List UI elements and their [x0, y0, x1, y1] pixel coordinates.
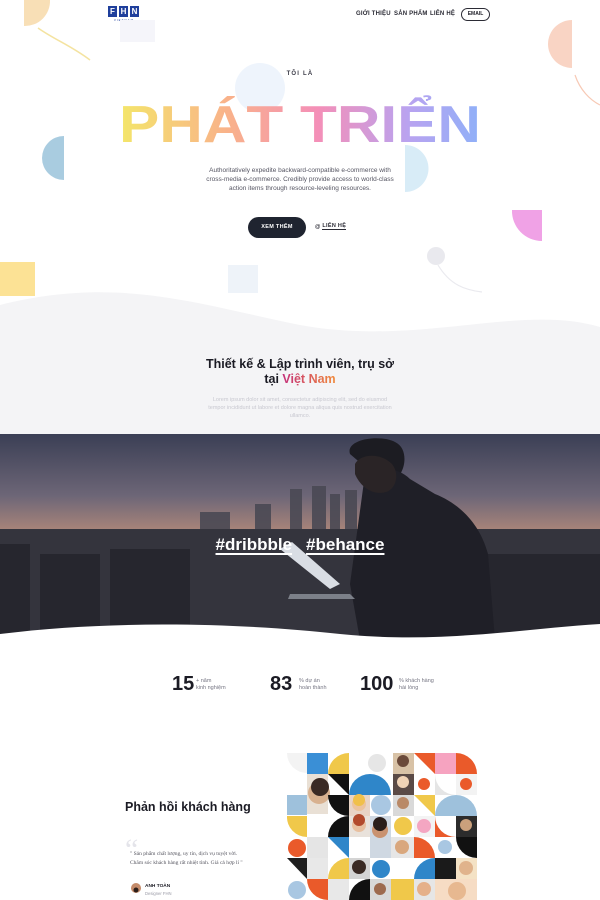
stat-projects-label-line2: hoàn thành — [299, 685, 327, 691]
stat-projects-label: % dự án hoàn thành — [299, 678, 359, 692]
author-role: Designer FHN — [145, 891, 172, 896]
hero-title: PHÁT TRIỂN — [119, 95, 481, 154]
stat-projects-number: 83 — [270, 673, 293, 695]
contact-link-label: LIÊN HỆ — [322, 223, 347, 230]
author-name: ANH TOÀN — [145, 884, 171, 889]
stat-years-label: + năm kinh nghiệm — [196, 678, 256, 692]
view-more-button[interactable]: XEM THÊM — [248, 217, 306, 238]
at-icon: @ — [315, 223, 321, 230]
stat-years-label-line2: kinh nghiệm — [196, 685, 226, 691]
stat-clients-number: 100 — [360, 673, 394, 695]
dribbble-link[interactable]: #dribbble — [216, 535, 293, 554]
stat-clients-label: % khách hàng hài lòng — [399, 678, 459, 692]
avatar-icon — [133, 887, 139, 893]
stat-clients-label-line2: hài lòng — [399, 685, 419, 691]
about-description: Lorem ipsum dolor sit amet, consectetur … — [208, 397, 392, 419]
hero-title-text: PHÁT TRIỂN — [119, 95, 481, 154]
customer-photo-mosaic — [287, 753, 477, 900]
author-avatar — [131, 883, 141, 893]
stat-clients-label-line1: % khách hàng — [399, 678, 434, 684]
testimonials-title: Phản hồi khách hàng — [125, 800, 251, 814]
stat-projects-label-line1: % dự án — [299, 678, 320, 684]
stat-years-label-line1: + năm — [196, 678, 212, 684]
testimonial-quote: " Sản phẩm chất lượng, uy tín, dịch vụ t… — [130, 851, 243, 866]
social-tags: #dribbble #behance — [0, 535, 600, 555]
stat-years-number: 15 — [172, 673, 195, 695]
about-title-highlight: Việt Nam — [282, 372, 336, 386]
behance-link[interactable]: #behance — [306, 535, 384, 554]
about-title: Thiết kế & Lập trình viên, trụ sở tại Vi… — [200, 357, 400, 387]
hero-eyebrow: TÔI LÀ — [286, 71, 314, 77]
hero-description: Authoritatively expedite backward-compat… — [206, 167, 394, 192]
contact-link[interactable]: @ LIÊN HỆ — [315, 223, 347, 230]
